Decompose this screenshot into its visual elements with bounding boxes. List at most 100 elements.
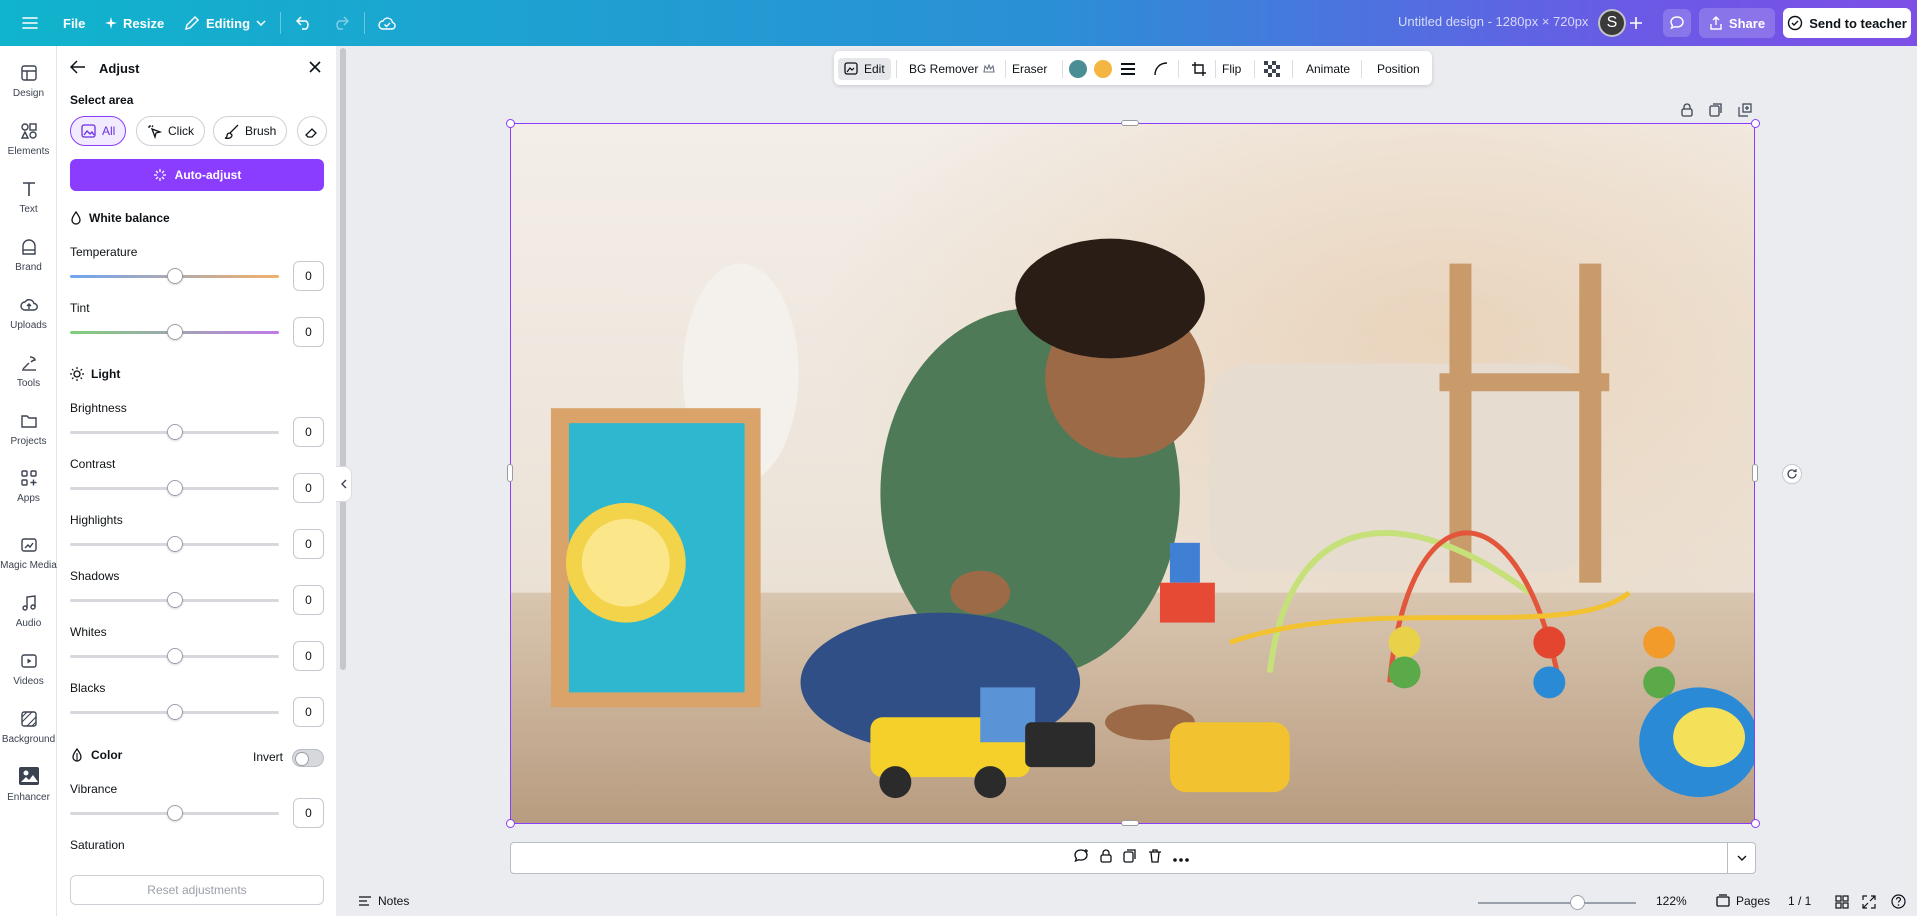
design-canvas[interactable] bbox=[510, 123, 1755, 824]
resize-handle-bottom-right[interactable] bbox=[1751, 819, 1760, 828]
add-page-button[interactable] bbox=[1734, 99, 1756, 121]
send-to-teacher-button[interactable]: Send to teacher bbox=[1783, 8, 1911, 38]
vibrance-value-input[interactable]: 0 bbox=[293, 798, 324, 828]
pages-button[interactable]: Pages bbox=[1716, 894, 1770, 908]
invert-toggle[interactable] bbox=[292, 749, 324, 767]
add-comment-button[interactable] bbox=[1073, 848, 1089, 867]
rail-item-uploads[interactable]: Uploads bbox=[0, 296, 57, 348]
light-header[interactable]: Light bbox=[70, 367, 120, 381]
edit-image-button[interactable]: Edit bbox=[838, 58, 891, 80]
undo-button[interactable] bbox=[290, 9, 318, 37]
rail-label: Brand bbox=[15, 262, 42, 273]
shadows-value-input[interactable]: 0 bbox=[293, 585, 324, 615]
temperature-value-input[interactable]: 0 bbox=[293, 261, 324, 291]
crop-button[interactable] bbox=[1192, 58, 1206, 80]
flip-button[interactable]: Flip bbox=[1222, 58, 1241, 80]
grid-view-button[interactable] bbox=[1835, 895, 1849, 909]
rail-item-brand[interactable]: Brand bbox=[0, 238, 57, 290]
rail-item-enhancer[interactable]: Enhancer bbox=[0, 766, 57, 818]
rail-item-design[interactable]: Design bbox=[0, 64, 57, 116]
corner-rounding-button[interactable] bbox=[1154, 58, 1168, 80]
editing-mode-button[interactable]: Editing bbox=[176, 9, 274, 37]
notes-button[interactable]: Notes bbox=[358, 894, 409, 908]
contrast-value-input[interactable]: 0 bbox=[293, 473, 324, 503]
lock-button[interactable] bbox=[1100, 848, 1112, 866]
vibrance-slider-thumb[interactable] bbox=[167, 805, 183, 821]
shadows-slider-thumb[interactable] bbox=[167, 592, 183, 608]
area-brush-button[interactable]: Brush bbox=[213, 116, 288, 146]
tint-label: Tint bbox=[70, 301, 90, 315]
main-menu-button[interactable] bbox=[14, 9, 46, 37]
position-button[interactable]: Position bbox=[1377, 58, 1420, 80]
white-balance-header[interactable]: White balance bbox=[70, 211, 170, 225]
temperature-slider-thumb[interactable] bbox=[167, 268, 183, 284]
plus-icon bbox=[1630, 17, 1642, 29]
area-click-button[interactable]: Click bbox=[136, 116, 205, 146]
whites-slider-thumb[interactable] bbox=[167, 648, 183, 664]
brightness-slider-thumb[interactable] bbox=[167, 424, 183, 440]
resize-handle-top-left[interactable] bbox=[506, 119, 515, 128]
contrast-slider-thumb[interactable] bbox=[167, 480, 183, 496]
blacks-slider-thumb[interactable] bbox=[167, 704, 183, 720]
back-button[interactable] bbox=[69, 60, 86, 77]
rail-item-elements[interactable]: Elements bbox=[0, 122, 57, 174]
rail-item-audio[interactable]: Audio bbox=[0, 594, 57, 646]
animate-button[interactable]: Animate bbox=[1306, 58, 1350, 80]
resize-handle-top[interactable] bbox=[1121, 120, 1139, 126]
share-button[interactable]: Share bbox=[1699, 8, 1775, 38]
rotate-handle[interactable] bbox=[1782, 464, 1802, 484]
resize-handle-left[interactable] bbox=[507, 464, 513, 482]
resize-button[interactable]: Resize bbox=[97, 9, 172, 37]
resize-handle-top-right[interactable] bbox=[1751, 119, 1760, 128]
zoom-slider-thumb[interactable] bbox=[1570, 895, 1585, 910]
comments-button[interactable] bbox=[1663, 9, 1691, 37]
document-title[interactable]: Untitled design - 1280px × 720px bbox=[1398, 14, 1588, 29]
collapse-panel-button[interactable] bbox=[336, 466, 352, 502]
tint-value-input[interactable]: 0 bbox=[293, 317, 324, 347]
redo-button[interactable] bbox=[327, 9, 355, 37]
rail-item-text[interactable]: Text bbox=[0, 180, 57, 232]
area-more-button[interactable] bbox=[297, 116, 327, 146]
color-header[interactable]: Color bbox=[70, 748, 122, 762]
rail-item-videos[interactable]: Videos bbox=[0, 652, 57, 704]
fullscreen-button[interactable] bbox=[1862, 895, 1876, 909]
lock-page-button[interactable] bbox=[1676, 99, 1698, 121]
panel-scrollbar[interactable] bbox=[340, 48, 346, 670]
resize-handle-right[interactable] bbox=[1752, 464, 1758, 482]
delete-button[interactable] bbox=[1148, 848, 1162, 866]
eraser-button[interactable]: Eraser bbox=[1012, 58, 1047, 80]
blacks-value-input[interactable]: 0 bbox=[293, 697, 324, 727]
resize-handle-bottom-left[interactable] bbox=[506, 819, 515, 828]
rail-item-apps[interactable]: Apps bbox=[0, 469, 57, 521]
more-options-button[interactable] bbox=[1173, 850, 1190, 865]
zoom-level[interactable]: 122% bbox=[1656, 894, 1687, 908]
brightness-value-input[interactable]: 0 bbox=[293, 417, 324, 447]
cloud-save-button[interactable] bbox=[373, 9, 401, 37]
whites-value-input[interactable]: 0 bbox=[293, 641, 324, 671]
duplicate-button[interactable] bbox=[1123, 848, 1137, 866]
resize-handle-bottom[interactable] bbox=[1121, 820, 1139, 826]
color-swatch-yellow[interactable] bbox=[1094, 60, 1112, 78]
add-collaborator-button[interactable] bbox=[1622, 9, 1650, 37]
reset-adjustments-button[interactable]: Reset adjustments bbox=[70, 875, 324, 905]
highlights-value-input[interactable]: 0 bbox=[293, 529, 324, 559]
zoom-slider-track[interactable] bbox=[1478, 902, 1636, 904]
color-swatch-teal[interactable] bbox=[1069, 60, 1087, 78]
left-rail: Design Elements Text Brand Uploads Tools… bbox=[0, 46, 57, 916]
rail-item-projects[interactable]: Projects bbox=[0, 412, 57, 464]
tint-slider-thumb[interactable] bbox=[167, 324, 183, 340]
auto-adjust-button[interactable]: Auto-adjust bbox=[70, 159, 324, 191]
close-panel-button[interactable] bbox=[309, 61, 321, 76]
bg-remover-button[interactable]: BG Remover bbox=[909, 58, 996, 80]
transparency-button[interactable] bbox=[1264, 58, 1280, 80]
rail-item-background[interactable]: Background bbox=[0, 710, 57, 762]
rail-item-tools[interactable]: Tools bbox=[0, 354, 57, 406]
rail-item-magic-media[interactable]: Magic Media bbox=[0, 536, 57, 588]
area-all-button[interactable]: All bbox=[70, 116, 127, 146]
border-style-button[interactable] bbox=[1120, 58, 1136, 80]
help-button[interactable] bbox=[1891, 894, 1906, 909]
page-strip-toggle[interactable] bbox=[1727, 843, 1755, 873]
highlights-slider-thumb[interactable] bbox=[167, 536, 183, 552]
file-menu-button[interactable]: File bbox=[55, 9, 93, 37]
duplicate-page-button[interactable] bbox=[1705, 99, 1727, 121]
